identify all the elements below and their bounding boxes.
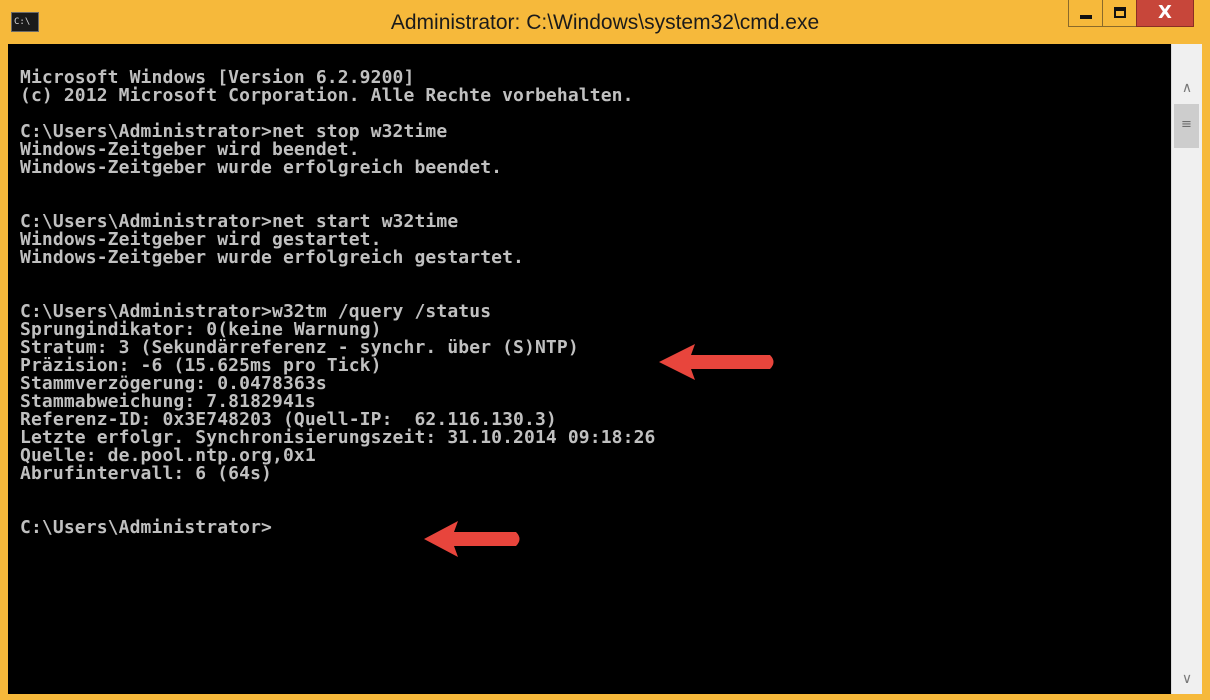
cmd-app-icon[interactable]: C:\ — [11, 12, 39, 32]
cmd-app-icon-label: C:\ — [14, 17, 31, 27]
scrollbar-thumb[interactable]: ≡ — [1174, 104, 1199, 148]
console-line: Abrufintervall: 6 (64s) — [20, 463, 273, 484]
grip-icon: ≡ — [1181, 117, 1192, 132]
caption-buttons: X — [1068, 0, 1194, 28]
maximize-button[interactable] — [1102, 0, 1136, 27]
close-icon: X — [1158, 2, 1172, 23]
console-line: (c) 2012 Microsoft Corporation. Alle Rec… — [20, 85, 634, 106]
chevron-down-icon[interactable]: ∨ — [1172, 664, 1202, 694]
minimize-button[interactable] — [1068, 0, 1102, 27]
console-line: Windows-Zeitgeber wurde erfolgreich been… — [20, 157, 503, 178]
vertical-scrollbar[interactable]: ∧ ≡ ∨ — [1171, 44, 1202, 694]
console-output[interactable]: Microsoft Windows [Version 6.2.9200] (c)… — [8, 44, 1171, 694]
window-title: Administrator: C:\Windows\system32\cmd.e… — [390, 11, 820, 34]
cmd-window: C:\ Administrator: C:\Windows\system32\c… — [0, 0, 1210, 700]
console-text: Microsoft Windows [Version 6.2.9200] (c)… — [8, 44, 1171, 537]
chevron-up-icon[interactable]: ∧ — [1172, 73, 1202, 103]
console-line: Windows-Zeitgeber wurde erfolgreich gest… — [20, 247, 525, 268]
close-button[interactable]: X — [1136, 0, 1194, 27]
minimize-icon — [1080, 15, 1092, 19]
title-bar[interactable]: C:\ Administrator: C:\Windows\system32\c… — [0, 0, 1210, 44]
maximize-icon — [1114, 7, 1126, 18]
console-line: C:\Users\Administrator> — [20, 517, 273, 538]
